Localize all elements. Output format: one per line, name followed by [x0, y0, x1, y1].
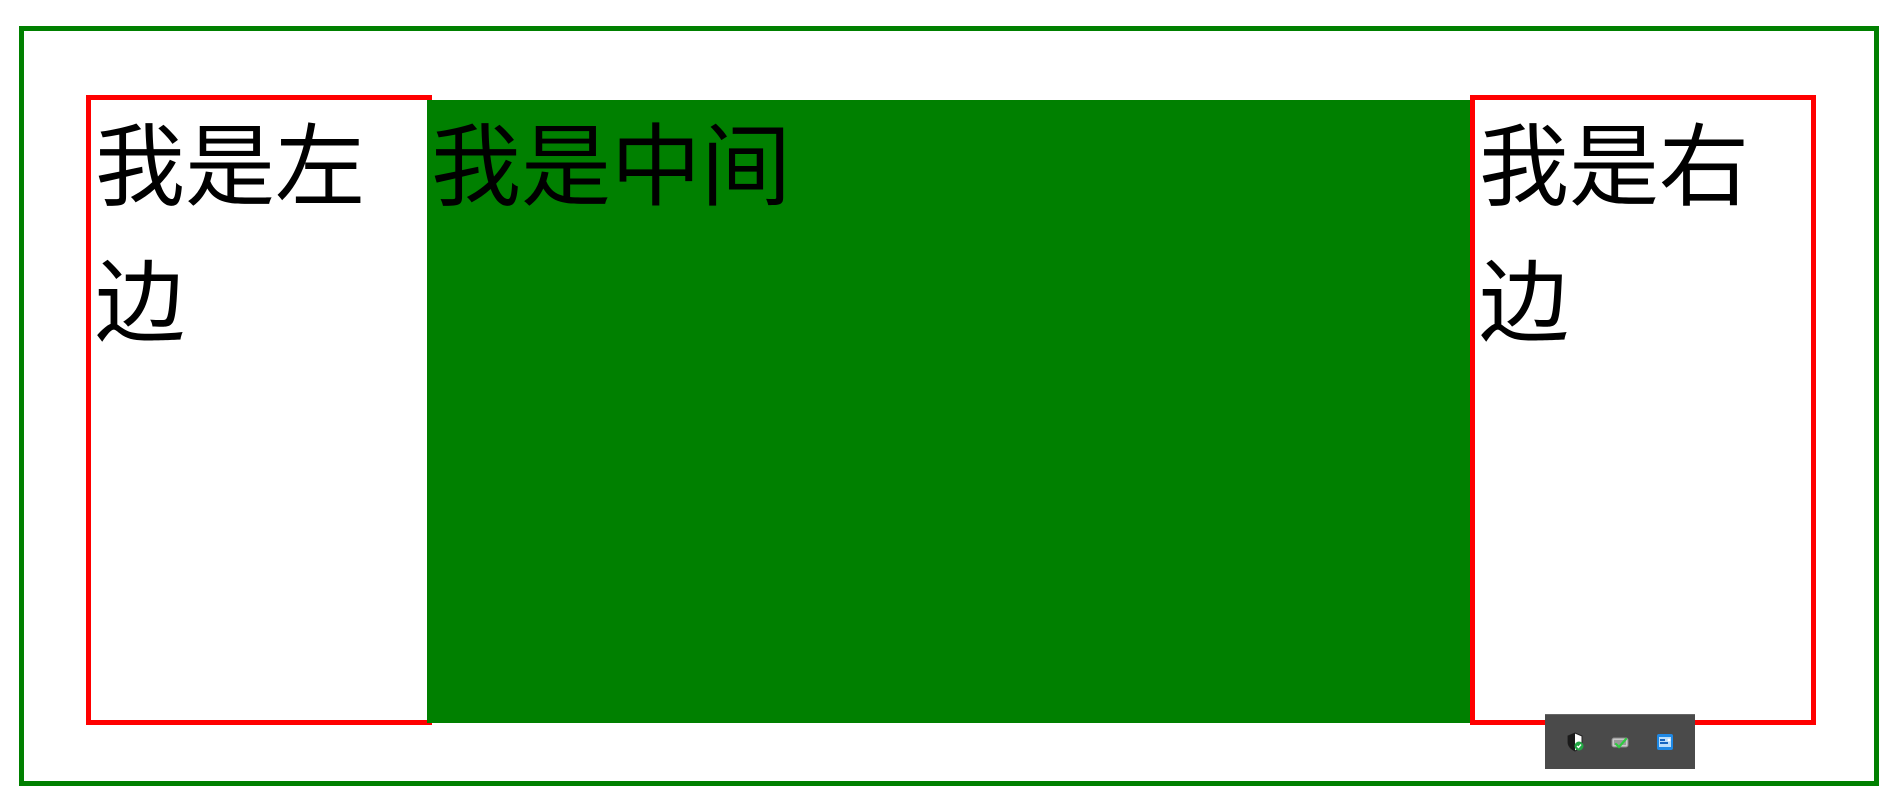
- left-column-text: 我是左边: [95, 115, 365, 356]
- middle-column-text: 我是中间: [431, 115, 791, 220]
- shield-check-icon[interactable]: [1564, 731, 1586, 753]
- network-check-icon[interactable]: [1609, 731, 1631, 753]
- app-window-icon[interactable]: [1654, 731, 1676, 753]
- right-column-text: 我是右边: [1479, 115, 1749, 356]
- middle-column: 我是中间: [427, 100, 1477, 723]
- system-tray-overflow: [1545, 714, 1695, 769]
- left-column: 我是左边: [86, 95, 432, 725]
- right-column: 我是右边: [1470, 95, 1816, 725]
